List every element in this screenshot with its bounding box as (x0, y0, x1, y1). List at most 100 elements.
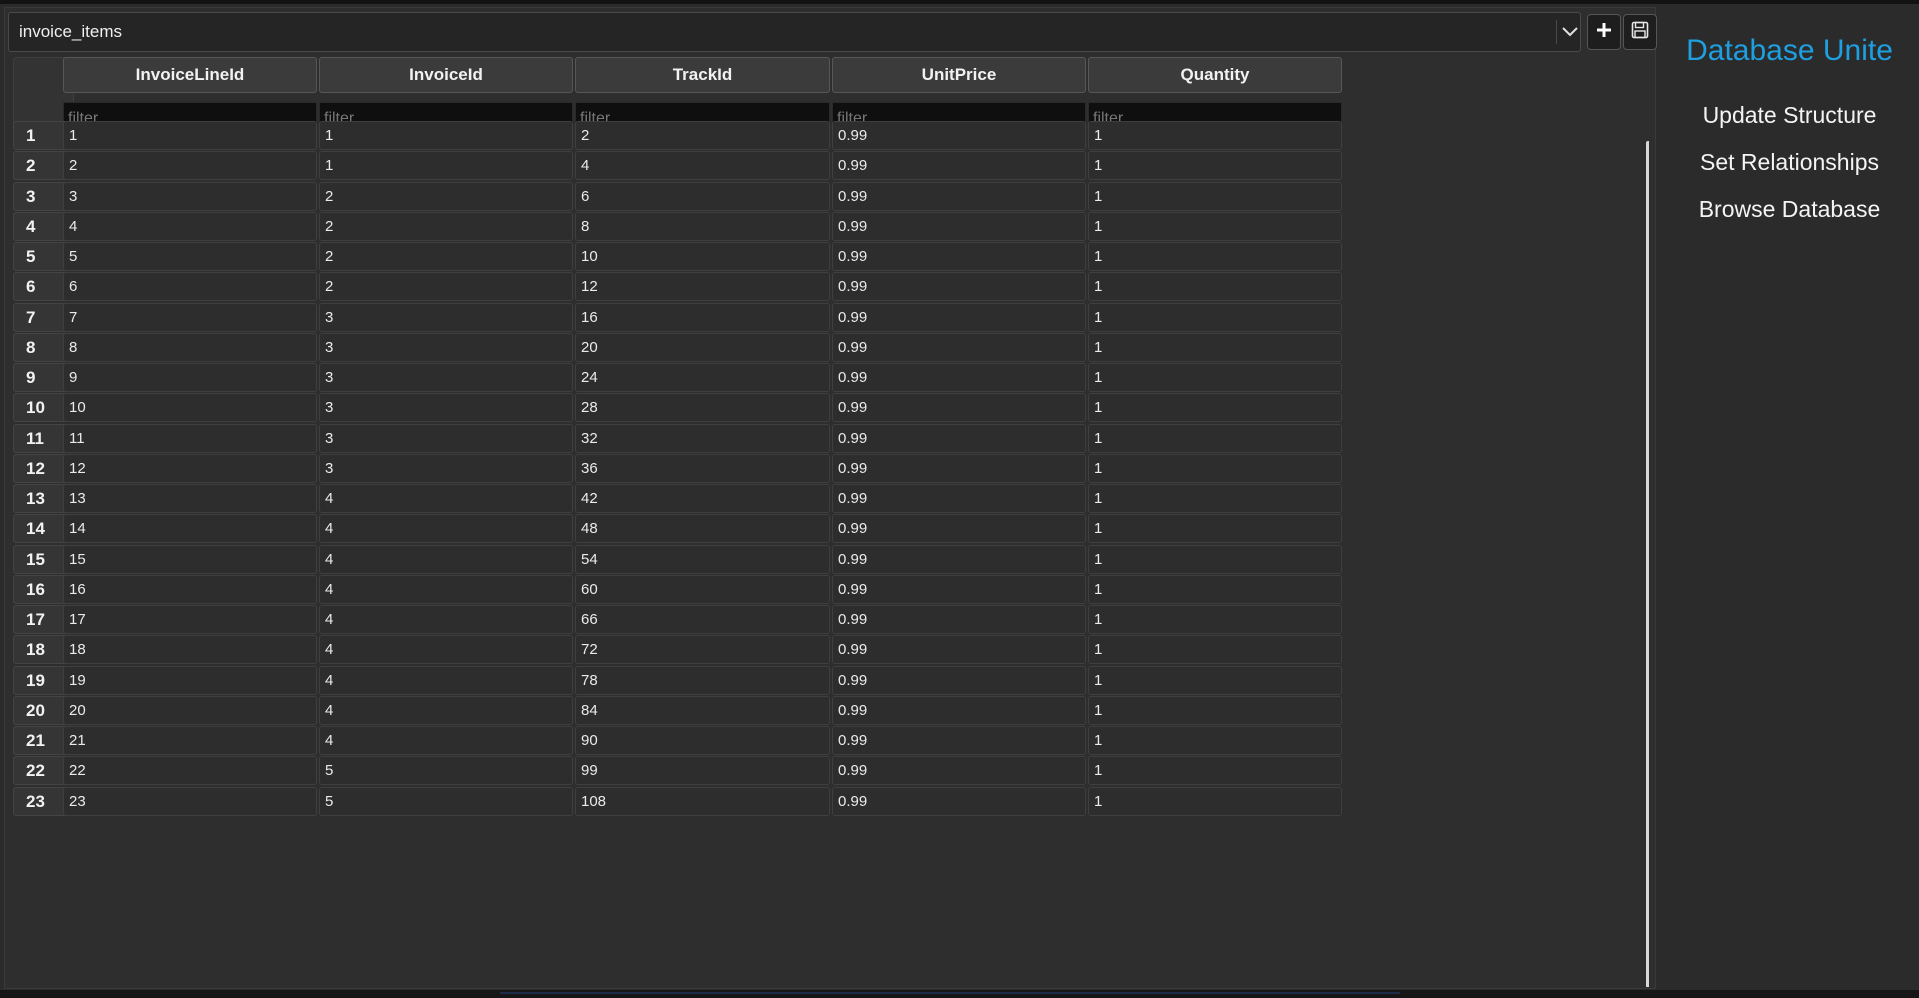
table-cell[interactable]: 1 (1088, 363, 1342, 392)
table-cell[interactable]: 84 (575, 696, 830, 725)
table-cell[interactable]: 1 (1088, 545, 1342, 574)
table-cell[interactable]: 4 (319, 484, 573, 513)
table-cell[interactable]: 0.99 (832, 666, 1086, 695)
table-cell[interactable]: 3 (63, 182, 317, 211)
table-cell[interactable]: 0.99 (832, 756, 1086, 785)
table-cell[interactable]: 1 (1088, 212, 1342, 241)
table-cell[interactable]: 16 (63, 575, 317, 604)
table-cell[interactable]: 2 (319, 182, 573, 211)
vertical-scrollbar[interactable] (1646, 141, 1649, 987)
table-cell[interactable]: 1 (1088, 151, 1342, 180)
table-cell[interactable]: 1 (1088, 514, 1342, 543)
table-cell[interactable]: 24 (575, 363, 830, 392)
table-cell[interactable]: 1 (319, 151, 573, 180)
table-cell[interactable]: 4 (319, 666, 573, 695)
table-cell[interactable]: 15 (63, 545, 317, 574)
table-cell[interactable]: 48 (575, 514, 830, 543)
table-cell[interactable]: 2 (575, 121, 830, 150)
table-cell[interactable]: 28 (575, 393, 830, 422)
table-cell[interactable]: 1 (1088, 121, 1342, 150)
chevron-down-icon[interactable] (1559, 16, 1581, 48)
table-cell[interactable]: 3 (319, 424, 573, 453)
table-cell[interactable]: 5 (319, 756, 573, 785)
table-cell[interactable]: 4 (319, 514, 573, 543)
table-cell[interactable]: 0.99 (832, 333, 1086, 362)
table-cell[interactable]: 4 (319, 545, 573, 574)
table-cell[interactable]: 8 (575, 212, 830, 241)
table-cell[interactable]: 1 (1088, 787, 1342, 816)
table-cell[interactable]: 4 (319, 726, 573, 755)
table-cell[interactable]: 1 (1088, 484, 1342, 513)
table-cell[interactable]: 4 (575, 151, 830, 180)
table-cell[interactable]: 3 (319, 393, 573, 422)
table-cell[interactable]: 0.99 (832, 212, 1086, 241)
table-cell[interactable]: 0.99 (832, 726, 1086, 755)
table-cell[interactable]: 0.99 (832, 121, 1086, 150)
table-cell[interactable]: 1 (1088, 454, 1342, 483)
table-cell[interactable]: 17 (63, 605, 317, 634)
table-select-dropdown[interactable]: invoice_items (8, 12, 1581, 52)
nav-browse-database[interactable]: Browse Database (1660, 196, 1919, 223)
table-cell[interactable]: 1 (1088, 393, 1342, 422)
table-row[interactable]: 23 23 5 108 0.99 1 (9, 787, 1649, 824)
table-cell[interactable]: 1 (1088, 182, 1342, 211)
column-header[interactable]: InvoiceLineId (63, 57, 317, 93)
table-cell[interactable]: 21 (63, 726, 317, 755)
save-button[interactable] (1623, 14, 1657, 50)
table-cell[interactable]: 22 (63, 756, 317, 785)
table-cell[interactable]: 12 (575, 272, 830, 301)
table-cell[interactable]: 32 (575, 424, 830, 453)
table-cell[interactable]: 99 (575, 756, 830, 785)
table-cell[interactable]: 1 (63, 121, 317, 150)
table-cell[interactable]: 0.99 (832, 424, 1086, 453)
table-cell[interactable]: 0.99 (832, 151, 1086, 180)
table-cell[interactable]: 8 (63, 333, 317, 362)
table-cell[interactable]: 0.99 (832, 605, 1086, 634)
table-cell[interactable]: 42 (575, 484, 830, 513)
column-header[interactable]: InvoiceId (319, 57, 573, 93)
table-cell[interactable]: 3 (319, 363, 573, 392)
table-cell[interactable]: 0.99 (832, 242, 1086, 271)
table-cell[interactable]: 1 (1088, 242, 1342, 271)
table-cell[interactable]: 13 (63, 484, 317, 513)
scrollbar-thumb[interactable] (1646, 141, 1649, 987)
table-cell[interactable]: 7 (63, 303, 317, 332)
table-cell[interactable]: 0.99 (832, 303, 1086, 332)
table-cell[interactable]: 6 (63, 272, 317, 301)
table-cell[interactable]: 1 (1088, 575, 1342, 604)
table-cell[interactable]: 4 (319, 575, 573, 604)
table-cell[interactable]: 5 (319, 787, 573, 816)
table-cell[interactable]: 4 (319, 605, 573, 634)
table-cell[interactable]: 18 (63, 635, 317, 664)
table-cell[interactable]: 1 (1088, 303, 1342, 332)
table-cell[interactable]: 3 (319, 333, 573, 362)
table-cell[interactable]: 10 (575, 242, 830, 271)
table-cell[interactable]: 3 (319, 303, 573, 332)
table-cell[interactable]: 10 (63, 393, 317, 422)
table-cell[interactable]: 60 (575, 575, 830, 604)
table-cell[interactable]: 66 (575, 605, 830, 634)
table-cell[interactable]: 1 (1088, 756, 1342, 785)
table-cell[interactable]: 11 (63, 424, 317, 453)
table-cell[interactable]: 0.99 (832, 182, 1086, 211)
table-cell[interactable]: 0.99 (832, 575, 1086, 604)
table-cell[interactable]: 36 (575, 454, 830, 483)
table-cell[interactable]: 5 (63, 242, 317, 271)
table-cell[interactable]: 9 (63, 363, 317, 392)
table-cell[interactable]: 0.99 (832, 454, 1086, 483)
table-cell[interactable]: 0.99 (832, 635, 1086, 664)
table-cell[interactable]: 1 (1088, 333, 1342, 362)
table-cell[interactable]: 2 (63, 151, 317, 180)
table-cell[interactable]: 1 (1088, 696, 1342, 725)
table-cell[interactable]: 72 (575, 635, 830, 664)
table-cell[interactable]: 23 (63, 787, 317, 816)
nav-set-relationships[interactable]: Set Relationships (1660, 149, 1919, 176)
table-cell[interactable]: 1 (319, 121, 573, 150)
table-cell[interactable]: 1 (1088, 666, 1342, 695)
table-cell[interactable]: 16 (575, 303, 830, 332)
table-cell[interactable]: 4 (319, 635, 573, 664)
table-cell[interactable]: 0.99 (832, 696, 1086, 725)
table-cell[interactable]: 20 (575, 333, 830, 362)
table-cell[interactable]: 2 (319, 272, 573, 301)
table-cell[interactable]: 0.99 (832, 272, 1086, 301)
